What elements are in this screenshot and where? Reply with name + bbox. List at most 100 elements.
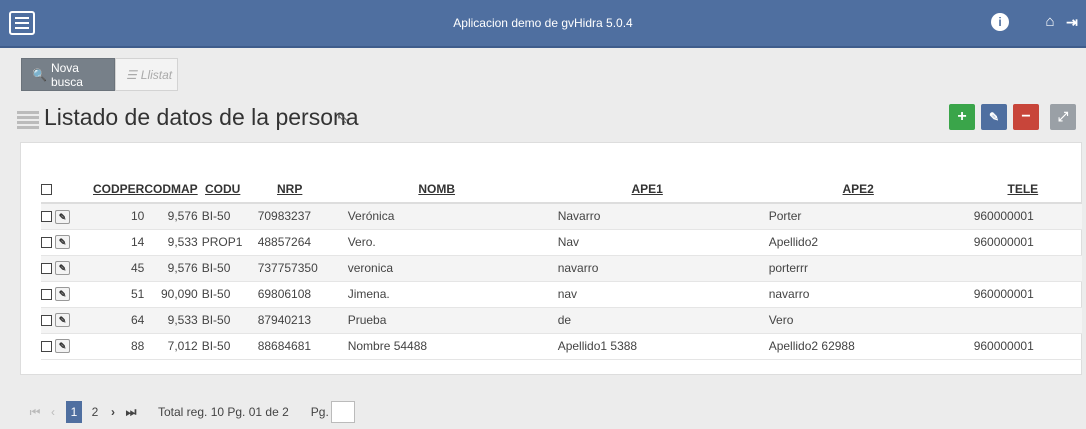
tab-search[interactable]: 🔍 Nova busca bbox=[21, 58, 115, 91]
cell-nomb: Nombre 54488 bbox=[331, 333, 542, 360]
list-panel: CODPER CODMAP CODU NRP NOMB APE1 APE2 TE… bbox=[20, 142, 1082, 375]
record-total: Total reg. 10 Pg. 01 de 2 bbox=[158, 405, 289, 419]
table-row[interactable]: ✎ 64 9,533 BI-50 87940213 Prueba de Vero bbox=[41, 307, 1082, 334]
col-tele[interactable]: TELE bbox=[963, 175, 1082, 204]
page-title: Listado de datos de la persona bbox=[44, 104, 359, 130]
table-row[interactable]: ✎ 14 9,533 PROP1 48857264 Vero. Nav Apellido2 96… bbox=[41, 229, 1082, 256]
app-title: Aplicacion demo de gvHidra 5.0.4 bbox=[453, 16, 633, 30]
select-all-checkbox[interactable] bbox=[41, 183, 52, 195]
prev-page-button[interactable]: ‹ bbox=[44, 405, 62, 419]
col-nrp[interactable]: NRP bbox=[247, 175, 332, 204]
row-checkbox[interactable] bbox=[41, 211, 52, 223]
tab-list-label: Llistat bbox=[140, 67, 173, 82]
cell-tele: 960000001 bbox=[963, 281, 1082, 308]
cell-codu: PROP1 bbox=[197, 229, 248, 256]
title-list-icon bbox=[17, 111, 39, 129]
cell-codper: 51 bbox=[93, 281, 145, 308]
search-icon: 🔍 bbox=[32, 67, 47, 82]
expand-button[interactable]: ⤢ bbox=[1050, 104, 1076, 130]
cell-nomb: Jimena. bbox=[331, 281, 542, 308]
cell-nrp: 737757350 bbox=[247, 255, 332, 282]
first-page-button[interactable]: ⏮ bbox=[26, 405, 44, 420]
cell-tele: 960000001 bbox=[963, 229, 1082, 256]
row-edit-icon[interactable]: ✎ bbox=[55, 235, 70, 250]
cell-codper: 45 bbox=[93, 255, 145, 282]
info-icon[interactable]: i bbox=[991, 13, 1009, 31]
col-nomb[interactable]: NOMB bbox=[331, 175, 542, 204]
col-ape1[interactable]: APE1 bbox=[541, 175, 753, 204]
cell-codper: 64 bbox=[93, 307, 145, 334]
top-bar: Aplicacion demo de gvHidra 5.0.4 i ⌂ ⇥ bbox=[0, 0, 1086, 48]
col-ape2[interactable]: APE2 bbox=[752, 175, 964, 204]
edit-button[interactable]: ✎ bbox=[981, 104, 1007, 130]
col-codmap[interactable]: CODMAP bbox=[144, 175, 198, 204]
cell-codmap: 9,533 bbox=[144, 307, 198, 334]
cell-codper: 10 bbox=[93, 203, 145, 230]
row-checkbox[interactable] bbox=[41, 314, 52, 326]
cell-codu: BI-50 bbox=[197, 255, 248, 282]
cell-nrp: 88684681 bbox=[247, 333, 332, 360]
cell-codmap: 9,576 bbox=[144, 255, 198, 282]
cell-ape1: navarro bbox=[541, 255, 753, 282]
cell-ape1: Apellido1 5388 bbox=[541, 333, 753, 360]
add-button[interactable]: + bbox=[949, 104, 975, 130]
cell-nomb: veronica bbox=[331, 255, 542, 282]
cell-nomb: Verónica bbox=[331, 203, 542, 230]
row-checkbox[interactable] bbox=[41, 340, 52, 352]
logout-icon[interactable]: ⇥ bbox=[1063, 13, 1081, 31]
cell-nrp: 48857264 bbox=[247, 229, 332, 256]
page-jump-input[interactable] bbox=[330, 401, 355, 423]
pagination: ⏮ ‹ 1 2 › ⏭ Total reg. 10 Pg. 01 de 2 Pg… bbox=[26, 401, 355, 423]
page-1-button[interactable]: 1 bbox=[66, 401, 82, 423]
row-edit-icon[interactable]: ✎ bbox=[55, 209, 70, 224]
cell-nrp: 70983237 bbox=[247, 203, 332, 230]
cell-codu: BI-50 bbox=[197, 333, 248, 360]
next-page-button[interactable]: › bbox=[104, 405, 122, 419]
row-edit-icon[interactable]: ✎ bbox=[55, 287, 70, 302]
cell-nomb: Vero. bbox=[331, 229, 542, 256]
row-edit-icon[interactable]: ✎ bbox=[55, 261, 70, 276]
delete-button[interactable]: − bbox=[1013, 104, 1039, 130]
list-icon: ☰ bbox=[126, 67, 137, 82]
tab-strip: 🔍 Nova busca ☰ Llistat bbox=[21, 58, 178, 91]
cell-ape1: Navarro bbox=[541, 203, 753, 230]
cell-ape2: Apellido2 62988 bbox=[752, 333, 964, 360]
table-row[interactable]: ✎ 51 90,090 BI-50 69806108 Jimena. nav navarro 9… bbox=[41, 281, 1082, 308]
cell-ape2: Porter bbox=[752, 203, 964, 230]
cell-codmap: 9,576 bbox=[144, 203, 198, 230]
row-edit-icon[interactable]: ✎ bbox=[55, 313, 70, 328]
table-row[interactable]: ✎ 10 9,576 BI-50 70983237 Verónica Navarro Port… bbox=[41, 203, 1082, 230]
cell-tele bbox=[963, 307, 1082, 334]
row-checkbox[interactable] bbox=[41, 262, 52, 274]
cell-ape2: navarro bbox=[752, 281, 964, 308]
tab-search-label: Nova busca bbox=[50, 60, 83, 89]
cell-nrp: 69806108 bbox=[247, 281, 332, 308]
cell-codper: 14 bbox=[93, 229, 145, 256]
col-codu[interactable]: CODU bbox=[197, 175, 248, 204]
row-checkbox[interactable] bbox=[41, 236, 52, 248]
cell-tele bbox=[963, 255, 1082, 282]
cell-codper: 88 bbox=[93, 333, 145, 360]
cell-codmap: 7,012 bbox=[144, 333, 198, 360]
cell-nomb: Prueba bbox=[331, 307, 542, 334]
cell-ape2: Vero bbox=[752, 307, 964, 334]
cell-ape1: de bbox=[541, 307, 753, 334]
cell-codu: BI-50 bbox=[197, 203, 248, 230]
row-edit-icon[interactable]: ✎ bbox=[55, 339, 70, 354]
cell-ape1: nav bbox=[541, 281, 753, 308]
cell-nrp: 87940213 bbox=[247, 307, 332, 334]
cell-ape2: Apellido2 bbox=[752, 229, 964, 256]
cell-codmap: 9,533 bbox=[144, 229, 198, 256]
table-row[interactable]: ✎ 88 7,012 BI-50 88684681 Nombre 54488 Apellid… bbox=[41, 333, 1082, 360]
col-codper[interactable]: CODPER bbox=[93, 175, 145, 204]
home-icon[interactable]: ⌂ bbox=[1041, 13, 1059, 31]
row-checkbox[interactable] bbox=[41, 288, 52, 300]
data-table: CODPER CODMAP CODU NRP NOMB APE1 APE2 TE… bbox=[41, 175, 1082, 360]
page-2-button[interactable]: 2 bbox=[86, 405, 104, 419]
cell-codu: BI-50 bbox=[197, 281, 248, 308]
table-row[interactable]: ✎ 45 9,576 BI-50 737757350 veronica navarro por… bbox=[41, 255, 1082, 282]
cell-codu: BI-50 bbox=[197, 307, 248, 334]
last-page-button[interactable]: ⏭ bbox=[122, 405, 140, 420]
tab-list[interactable]: ☰ Llistat bbox=[115, 58, 178, 91]
cell-ape1: Nav bbox=[541, 229, 753, 256]
